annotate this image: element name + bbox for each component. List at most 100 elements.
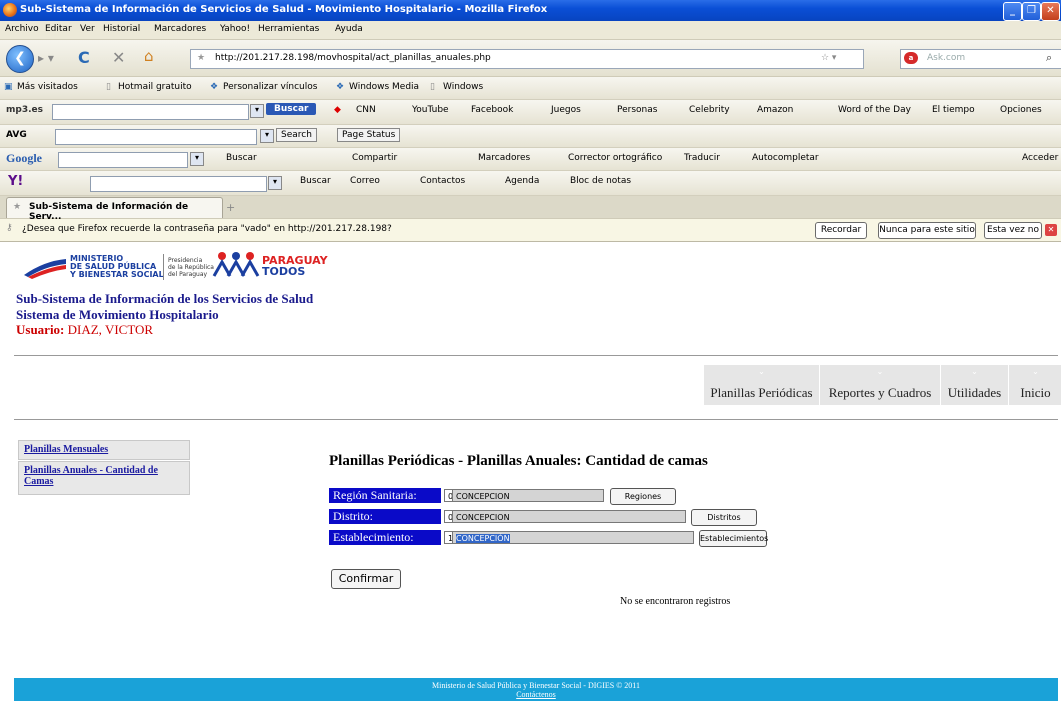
menu-ver[interactable]: Ver — [80, 24, 95, 34]
toolbar-youtube[interactable]: YouTube — [412, 105, 449, 115]
star-dropdown-icon[interactable]: ☆ ▾ — [821, 53, 836, 63]
region-name-field: CONCEPCION — [452, 489, 604, 502]
close-window-button[interactable]: ✕ — [1041, 2, 1060, 21]
toolbar-celebrity[interactable]: Celebrity — [689, 105, 730, 115]
remember-button[interactable]: Recordar — [815, 222, 867, 239]
avg-brand[interactable]: AVG — [6, 130, 27, 140]
sidebar-item-planillas-mensuales[interactable]: Planillas Mensuales — [18, 440, 190, 460]
google-compartir[interactable]: Compartir — [352, 153, 397, 163]
yahoo-agenda[interactable]: Agenda — [505, 176, 539, 186]
avg-page-status-button[interactable]: Page Status — [337, 128, 401, 142]
establecimientos-button[interactable]: Establecimientos — [699, 530, 768, 547]
google-marcadores[interactable]: Marcadores — [478, 153, 530, 163]
google-traducir[interactable]: Traducir — [684, 153, 720, 163]
contact-link[interactable]: Contáctenos — [14, 690, 1058, 699]
google-dropdown-icon[interactable]: ▾ — [190, 152, 204, 166]
toolbar-personas[interactable]: Personas — [617, 105, 657, 115]
nav-inicio[interactable]: ⌄ Inicio — [1008, 365, 1061, 405]
toolbar-el-tiempo[interactable]: El tiempo — [932, 105, 975, 115]
menu-ayuda[interactable]: Ayuda — [335, 24, 363, 34]
bookmark-personalizar[interactable]: Personalizar vínculos — [223, 82, 317, 92]
mp3-search-input[interactable] — [52, 104, 249, 120]
nav-reportes-cuadros[interactable]: ⌄ Reportes y Cuadros — [819, 365, 940, 405]
back-button[interactable]: ❮ — [6, 45, 34, 73]
page-icon: ▯ — [106, 82, 111, 92]
toolbar-cnn[interactable]: CNN — [356, 105, 376, 115]
close-notification-icon[interactable]: ✕ — [1045, 224, 1057, 236]
menu-yahoo[interactable]: Yahoo! — [220, 24, 250, 34]
search-magnifier-icon[interactable]: ⌕ — [1046, 51, 1052, 65]
toolbar-word-of-the-day[interactable]: Word of the Day — [838, 105, 911, 115]
bookmark-windows[interactable]: Windows — [443, 82, 483, 92]
stop-icon[interactable]: ✕ — [112, 48, 125, 67]
firefox-icon — [3, 3, 17, 17]
toolbar-amazon[interactable]: Amazon — [757, 105, 793, 115]
menu-historial[interactable]: Historial — [103, 24, 140, 34]
yahoo-dropdown-icon[interactable]: ▾ — [268, 176, 282, 190]
google-corrector[interactable]: Corrector ortográfico — [568, 153, 662, 163]
yahoo-toolbar: Y! ▾ Buscar Correo Contactos Agenda Bloc… — [0, 171, 1061, 196]
yahoo-search-input[interactable] — [90, 176, 267, 192]
key-icon: ⚷ — [6, 223, 13, 233]
label-establecimiento: Establecimiento: — [329, 530, 441, 545]
bookmark-hotmail[interactable]: Hotmail gratuito — [118, 82, 192, 92]
reload-icon[interactable]: C — [78, 48, 90, 67]
yahoo-bloc-notas[interactable]: Bloc de notas — [570, 176, 631, 186]
distrito-name-field: CONCEPCION — [452, 510, 686, 523]
system-title: Sistema de Movimiento Hospitalario — [16, 307, 219, 322]
forward-button[interactable]: ▸ ▾ — [38, 51, 54, 65]
tab-active[interactable]: ★ Sub-Sistema de Información de Serv... — [6, 197, 223, 222]
yahoo-correo[interactable]: Correo — [350, 176, 380, 186]
nav-planillas-periodicas[interactable]: ⌄ Planillas Periódicas — [703, 365, 819, 405]
establecimiento-name-field: CONCEPCIÓN — [452, 531, 694, 544]
url-field[interactable]: ★ http://201.217.28.198/movhospital/act_… — [190, 49, 864, 69]
notification-text: ¿Desea que Firefox recuerde la contraseñ… — [22, 224, 392, 234]
label-region-sanitaria: Región Sanitaria: — [329, 488, 441, 503]
bookmarks-toolbar: ▣ Más visitados ▯ Hotmail gratuito ❖ Per… — [0, 77, 1061, 100]
google-acceder[interactable]: Acceder — [1022, 153, 1058, 163]
mp3-brand[interactable]: mp3.es — [6, 105, 43, 115]
avg-search-input[interactable] — [55, 129, 257, 145]
bookmark-star-icon[interactable]: ★ — [197, 53, 205, 63]
buscar-ask-button[interactable]: Buscar — [266, 103, 317, 115]
mp3-dropdown-icon[interactable]: ▾ — [250, 104, 264, 118]
chevron-down-icon: ⌄ — [758, 367, 765, 376]
toolbar-facebook[interactable]: Facebook — [471, 105, 513, 115]
toolbar-juegos[interactable]: Juegos — [551, 105, 581, 115]
nav-divider — [14, 419, 1058, 420]
navigation-bar: ❮ ▸ ▾ C ✕ ⌂ ★ http://201.217.28.198/movh… — [0, 40, 1061, 77]
tab-star-icon: ★ — [13, 202, 22, 212]
paraguay-figures-icon — [212, 252, 260, 277]
google-brand[interactable]: Google — [6, 151, 42, 166]
google-search-input[interactable] — [58, 152, 188, 168]
not-now-button[interactable]: Esta vez no — [984, 222, 1042, 239]
menu-editar[interactable]: Editar — [45, 24, 72, 34]
search-engine-field[interactable]: a Ask.com ⌕ — [900, 49, 1061, 69]
menu-marcadores[interactable]: Marcadores — [154, 24, 206, 34]
confirmar-button[interactable]: Confirmar — [331, 569, 401, 589]
google-buscar[interactable]: Buscar — [226, 153, 257, 163]
never-for-site-button[interactable]: Nunca para este sitio — [878, 222, 976, 239]
google-autocompletar[interactable]: Autocompletar — [752, 153, 819, 163]
avg-dropdown-icon[interactable]: ▾ — [260, 129, 274, 143]
chevron-down-icon: ⌄ — [876, 367, 884, 376]
yahoo-contactos[interactable]: Contactos — [420, 176, 465, 186]
menu-archivo[interactable]: Archivo — [5, 24, 39, 34]
bookmark-most-visited[interactable]: Más visitados — [17, 82, 78, 92]
minimize-button[interactable]: _ — [1003, 2, 1022, 21]
new-tab-button[interactable]: + — [226, 201, 235, 214]
distritos-button[interactable]: Distritos — [691, 509, 757, 526]
toolbar-opciones[interactable]: Opciones — [1000, 105, 1042, 115]
chevron-down-icon: ⌄ — [971, 367, 978, 376]
avg-search-button[interactable]: Search — [276, 128, 317, 142]
sidebar-item-planillas-anuales[interactable]: Planillas Anuales - Cantidad de Camas — [18, 461, 190, 495]
menu-herramientas[interactable]: Herramientas — [258, 24, 319, 34]
yahoo-buscar[interactable]: Buscar — [300, 176, 331, 186]
bookmark-windows-media[interactable]: Windows Media — [349, 82, 419, 92]
yahoo-brand[interactable]: Y! — [8, 174, 23, 189]
maximize-button[interactable]: ❐ — [1022, 2, 1041, 21]
nav-utilidades[interactable]: ⌄ Utilidades — [940, 365, 1008, 405]
home-icon[interactable]: ⌂ — [144, 47, 154, 65]
regiones-button[interactable]: Regiones — [610, 488, 676, 505]
ask-icon: ◆ — [334, 105, 341, 115]
